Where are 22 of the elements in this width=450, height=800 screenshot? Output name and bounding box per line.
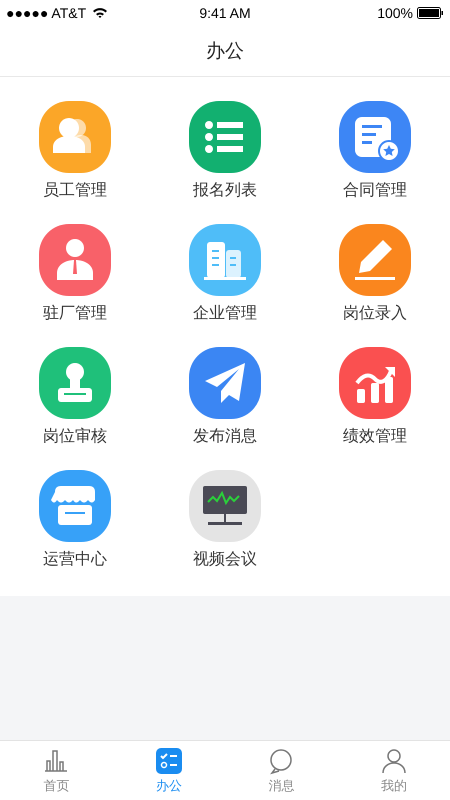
app-shortcut[interactable]: 绩效管理 — [339, 347, 411, 447]
app-shortcut[interactable]: 视频会议 — [189, 470, 261, 570]
page-title: 办公 — [206, 40, 244, 64]
user-icon — [380, 746, 408, 774]
app-shortcut[interactable]: 报名列表 — [189, 101, 261, 201]
carrier-name: ●●●●● AT&T — [6, 4, 86, 20]
app-shortcut[interactable]: 驻厂管理 — [39, 224, 111, 324]
tab[interactable]: 我的 — [338, 741, 450, 800]
tab[interactable]: 首页 — [0, 741, 112, 800]
app-shortcut[interactable]: 企业管理 — [189, 224, 261, 324]
wifi-icon — [92, 6, 108, 18]
battery-percent: 100% — [377, 4, 413, 20]
tasks-icon — [154, 746, 183, 774]
tab[interactable]: 消息 — [225, 741, 338, 800]
app-shortcut[interactable]: 员工管理 — [39, 101, 111, 201]
app-shortcut[interactable]: 发布消息 — [189, 347, 261, 447]
clock-time: 9:41 AM — [199, 4, 251, 20]
battery-icon — [417, 6, 444, 18]
app-shortcut[interactable]: 岗位录入 — [339, 224, 411, 324]
app-shortcut[interactable]: 岗位审核 — [39, 347, 111, 447]
app-shortcut[interactable]: 运营中心 — [39, 470, 111, 570]
app-shortcut[interactable]: 合同管理 — [339, 101, 411, 201]
